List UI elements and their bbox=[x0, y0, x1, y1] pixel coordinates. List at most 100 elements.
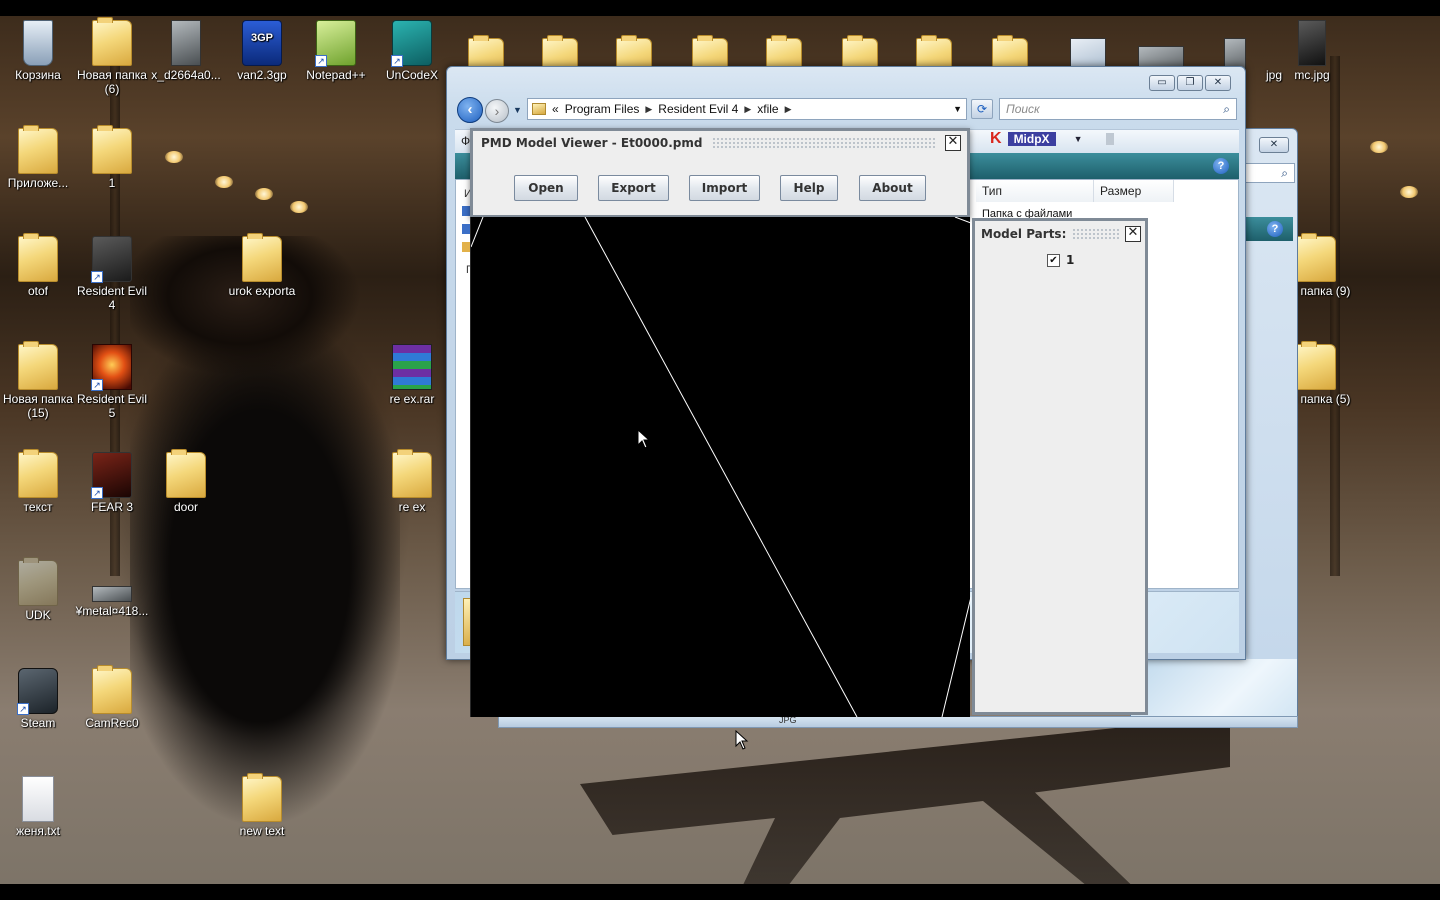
desktop-icon-image-file[interactable]: x_d2664a0... bbox=[148, 20, 224, 82]
shortcut-arrow-icon: ↗ bbox=[91, 487, 103, 499]
column-header-label: Размер bbox=[1100, 184, 1142, 198]
parts-title-bar[interactable]: Model Parts: ✕ bbox=[975, 221, 1145, 247]
chevron-down-icon[interactable]: ▼ bbox=[1074, 134, 1083, 144]
wallpaper-lamp bbox=[1400, 186, 1418, 198]
close-button[interactable]: ✕ bbox=[945, 135, 961, 151]
help-icon[interactable]: ? bbox=[1213, 158, 1229, 174]
wireframe-edge bbox=[954, 216, 972, 224]
minimize-button[interactable]: ▭ bbox=[1149, 75, 1175, 91]
chevron-right-icon[interactable]: ▶ bbox=[785, 104, 792, 115]
desktop-icon-resident-evil-5[interactable]: ↗ Resident Evil 5 bbox=[74, 344, 150, 420]
model-part-item[interactable]: ✔ 1 bbox=[1047, 253, 1074, 267]
open-button[interactable]: Open bbox=[514, 175, 578, 201]
desktop-icon-folder[interactable]: Новая папка (15) bbox=[0, 341, 76, 420]
desktop-icon-image-file[interactable]: mc.jpg bbox=[1274, 20, 1350, 82]
title-grip[interactable] bbox=[1072, 228, 1119, 240]
desktop-icon-recycle-bin[interactable]: Корзина bbox=[0, 20, 76, 82]
wireframe-edge bbox=[584, 216, 858, 718]
model-viewport[interactable] bbox=[470, 216, 972, 718]
desktop-icon-label: Notepad++ bbox=[306, 68, 366, 82]
desktop-icon-folder[interactable]: re ex bbox=[374, 449, 450, 514]
page-icon[interactable] bbox=[1106, 133, 1115, 145]
forward-button[interactable]: › bbox=[485, 99, 509, 123]
close-button[interactable]: ✕ bbox=[1125, 226, 1141, 242]
folder-icon bbox=[392, 449, 432, 498]
desktop-icon-winrar[interactable]: re ex.rar bbox=[374, 344, 450, 406]
desktop-icon-video[interactable]: 3GP van2.3gp bbox=[224, 20, 300, 82]
menu-item-truncated[interactable]: Ф bbox=[461, 134, 470, 148]
desktop-icon-folder[interactable]: 1 bbox=[74, 125, 150, 190]
desktop-icon-uncodex[interactable]: ↗ UnCodeX bbox=[374, 20, 450, 82]
desktop-icon-notepad-plus-plus[interactable]: ↗ Notepad++ bbox=[298, 20, 374, 82]
breadcrumb-item[interactable]: Program Files bbox=[565, 102, 640, 116]
desktop-icon-label: Новая папка (6) bbox=[77, 68, 147, 96]
maximize-button[interactable]: ❐ bbox=[1177, 75, 1203, 91]
breadcrumb-item[interactable]: xfile bbox=[757, 102, 778, 116]
part-label: 1 bbox=[1066, 253, 1075, 267]
close-button[interactable]: ✕ bbox=[1205, 75, 1231, 91]
column-header-type[interactable]: Тип bbox=[976, 180, 1094, 202]
model-parts-panel[interactable]: Model Parts: ✕ ✔ 1 bbox=[972, 218, 1148, 715]
folder-icon bbox=[18, 557, 58, 606]
desktop-icon-folder[interactable]: UDK bbox=[0, 557, 76, 622]
window-title: PMD Model Viewer - Et0000.pmd bbox=[481, 136, 703, 150]
history-dropdown-icon[interactable]: ▼ bbox=[513, 105, 522, 115]
search-input[interactable]: Поиск ⌕ bbox=[999, 98, 1237, 120]
folder-icon bbox=[18, 125, 58, 174]
close-button[interactable]: ✕ bbox=[1259, 137, 1289, 153]
help-icon[interactable]: ? bbox=[1267, 221, 1283, 237]
column-header-size[interactable]: Размер bbox=[1094, 180, 1174, 202]
screen-letterbox-bottom bbox=[0, 884, 1440, 900]
desktop-icon-folder[interactable]: Приложе... bbox=[0, 125, 76, 190]
recycle-bin-icon bbox=[23, 20, 53, 66]
part-checkbox[interactable]: ✔ bbox=[1047, 253, 1060, 267]
desktop-icon-label: UDK bbox=[25, 608, 51, 622]
browser-toolbar-fragment[interactable]: K MidpX ▼ bbox=[990, 130, 1130, 148]
desktop-icon-folder[interactable]: urok exporta bbox=[224, 233, 300, 298]
shortcut-arrow-icon: ↗ bbox=[91, 379, 103, 391]
desktop-icon-label: Resident Evil 5 bbox=[76, 392, 148, 420]
column-header-label: Тип bbox=[982, 184, 1003, 198]
export-button[interactable]: Export bbox=[598, 175, 669, 201]
desktop-icon-label: x_d2664a0... bbox=[151, 68, 221, 82]
desktop-icon-resident-evil-4[interactable]: ↗ Resident Evil 4 bbox=[74, 236, 150, 312]
folder-icon bbox=[532, 103, 546, 115]
address-bar[interactable]: « Program Files ▶ Resident Evil 4 ▶ xfil… bbox=[527, 98, 967, 120]
folder-icon bbox=[92, 665, 132, 714]
desktop-icon-folder[interactable]: new text bbox=[224, 773, 300, 838]
desktop-icon-folder[interactable]: otof bbox=[0, 233, 76, 298]
chevron-down-icon[interactable]: ▼ bbox=[953, 104, 962, 114]
desktop-icon-image-file[interactable]: ¥metal¤418... bbox=[74, 586, 150, 618]
brand-label[interactable]: MidpX bbox=[1007, 132, 1056, 146]
desktop-icon-steam[interactable]: ↗ Steam bbox=[0, 668, 76, 730]
shortcut-arrow-icon: ↗ bbox=[91, 271, 103, 283]
help-button[interactable]: Help bbox=[780, 175, 838, 201]
desktop-icon-fear3[interactable]: ↗ FEAR 3 bbox=[74, 452, 150, 514]
search-input[interactable]: ⌕ bbox=[1241, 163, 1295, 183]
desktop-icon-folder[interactable]: CamRec0 bbox=[74, 665, 150, 730]
folder-icon bbox=[242, 233, 282, 282]
desktop-icon-folder[interactable]: door bbox=[148, 449, 224, 514]
refresh-button[interactable]: ⟳ bbox=[971, 99, 993, 119]
chevron-right-icon[interactable]: ▶ bbox=[744, 104, 751, 115]
title-grip[interactable] bbox=[712, 137, 937, 149]
back-button[interactable]: ‹ bbox=[457, 97, 483, 123]
desktop-icon-label: Корзина bbox=[15, 68, 61, 82]
desktop-icon-text-file[interactable]: женя.txt bbox=[0, 776, 76, 838]
desktop-icon-label: new text bbox=[239, 824, 285, 838]
import-button[interactable]: Import bbox=[689, 175, 760, 201]
about-button[interactable]: About bbox=[859, 175, 926, 201]
chevron-right-icon[interactable]: ▶ bbox=[645, 104, 652, 115]
desktop-icon-label: FEAR 3 bbox=[90, 500, 133, 514]
desktop-icon-label: urok exporta bbox=[228, 284, 296, 298]
breadcrumb-item[interactable]: Resident Evil 4 bbox=[658, 102, 738, 116]
pmd-title-bar[interactable]: PMD Model Viewer - Et0000.pmd ✕ bbox=[473, 131, 967, 155]
pmd-viewer-window[interactable]: PMD Model Viewer - Et0000.pmd ✕ Open Exp… bbox=[470, 128, 970, 218]
desktop-icon-label: mc.jpg bbox=[1294, 68, 1330, 82]
winrar-archive-icon bbox=[392, 344, 432, 390]
breadcrumb-overflow[interactable]: « bbox=[552, 102, 559, 116]
desktop-icon-folder[interactable]: Новая папка (6) bbox=[74, 17, 150, 96]
uncodex-book-icon: ↗ bbox=[391, 20, 432, 67]
desktop-icon-folder[interactable]: текст bbox=[0, 449, 76, 514]
steam-icon: ↗ bbox=[17, 668, 58, 715]
